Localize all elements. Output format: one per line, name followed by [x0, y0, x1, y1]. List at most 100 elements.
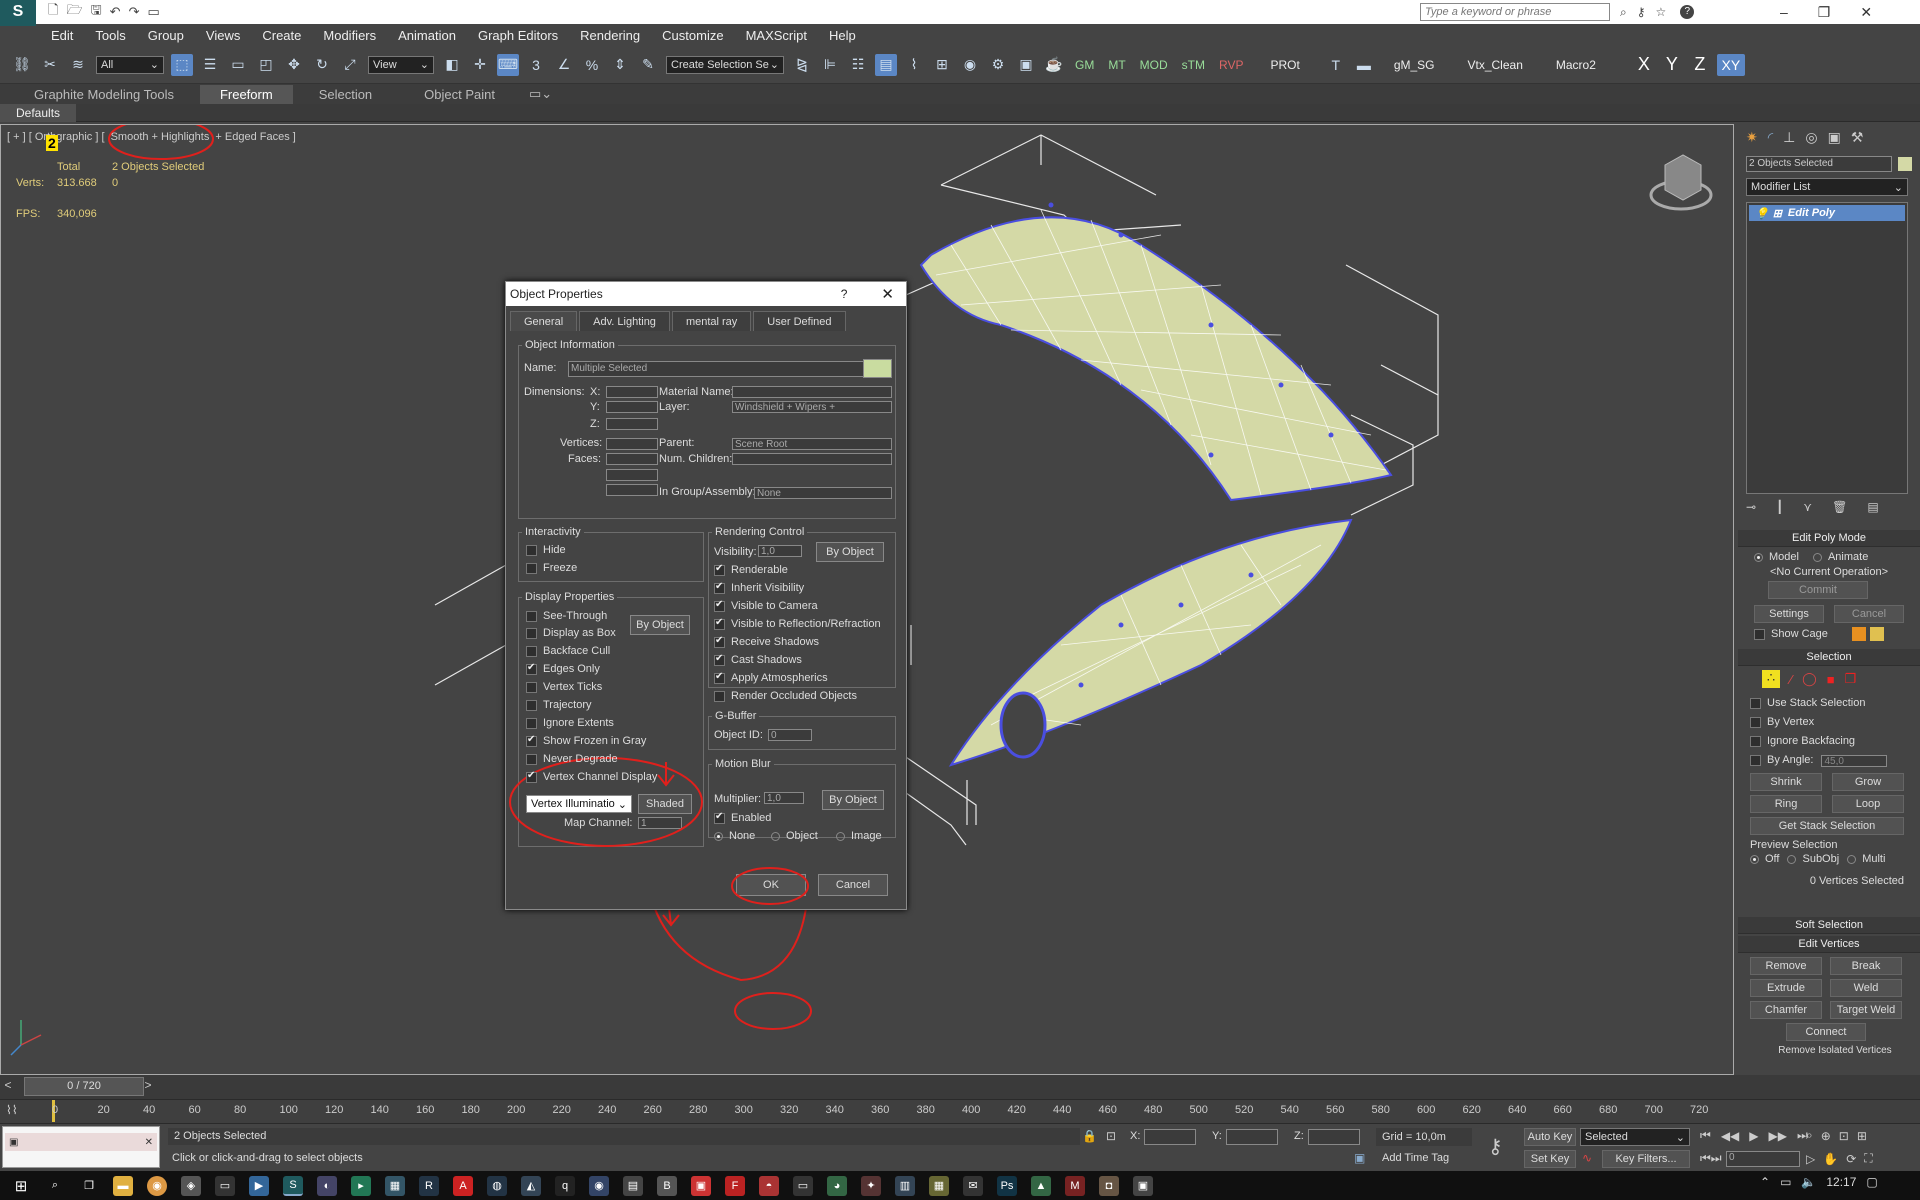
volume-icon[interactable]: 🔈	[1801, 1175, 1816, 1189]
time-slider-thumb[interactable]: 0 / 720	[24, 1077, 144, 1096]
loop-button[interactable]: Loop	[1832, 795, 1904, 813]
app-icon-2[interactable]: ▭	[215, 1175, 235, 1196]
target-weld-button[interactable]: Target Weld	[1830, 1001, 1902, 1019]
script-button-mod[interactable]: MOD	[1140, 58, 1168, 72]
pan-icon[interactable]: ✋	[1823, 1152, 1838, 1166]
search-input[interactable]: Type a keyword or phrase	[1420, 3, 1610, 21]
extrude-button[interactable]: Extrude	[1750, 979, 1822, 997]
axis-x-button[interactable]: X	[1633, 54, 1655, 76]
ribbon-options-icon[interactable]: ▭⌄	[521, 86, 560, 102]
redo-icon[interactable]: ↷	[129, 4, 140, 20]
menu-maxscript[interactable]: MAXScript	[735, 28, 818, 43]
menu-graph-editors[interactable]: Graph Editors	[467, 28, 569, 43]
tab-user-defined[interactable]: User Defined	[753, 311, 846, 331]
motion-blur-none-radio[interactable]: None	[714, 830, 755, 842]
mirror-icon[interactable]: ⧎	[791, 54, 813, 76]
binoculars-icon[interactable]: ⌕	[1620, 5, 1627, 20]
script-button-mt[interactable]: MT	[1108, 58, 1125, 72]
mail-icon[interactable]: ✉	[963, 1175, 983, 1196]
use-stack-selection-checkbox[interactable]: Use Stack Selection	[1750, 694, 1920, 713]
app-icon-21[interactable]: M	[1065, 1175, 1085, 1196]
app-icon-23[interactable]: ▣	[1133, 1175, 1153, 1196]
trajectory-checkbox[interactable]: Trajectory	[526, 699, 592, 711]
edge-mode-icon[interactable]: ⁄	[1790, 672, 1792, 687]
ok-button[interactable]: OK	[736, 874, 806, 896]
tab-adv-lighting[interactable]: Adv. Lighting	[579, 311, 670, 331]
app-icon-4[interactable]: ◐	[317, 1175, 337, 1196]
tray-chevron-icon[interactable]: ⌃	[1760, 1175, 1770, 1189]
lock-selection-icon[interactable]: 🔒	[1082, 1129, 1097, 1143]
element-mode-icon[interactable]: ❒	[1845, 671, 1857, 687]
script-button-prot[interactable]: PROt	[1270, 58, 1299, 72]
configure-modifier-sets-icon[interactable]: ▤	[1867, 500, 1878, 514]
commit-button[interactable]: Commit	[1768, 581, 1868, 599]
vertex-channel-dropdown[interactable]: Vertex Illuminatio ⌄	[526, 795, 632, 813]
cast-shadows-checkbox[interactable]: Cast Shadows	[714, 653, 802, 666]
previous-frame-icon[interactable]: <	[0, 1078, 16, 1096]
remove-modifier-icon[interactable]: 🗑	[1832, 500, 1847, 514]
stack-item-edit-poly[interactable]: 💡 ⊞ Edit Poly	[1749, 205, 1905, 221]
time-slider[interactable]: < 0 / 720 >	[0, 1075, 1920, 1099]
grow-button[interactable]: Grow	[1832, 773, 1904, 791]
angle-field[interactable]: 45,0	[1821, 754, 1888, 767]
reference-coordinate-dropdown[interactable]: View ⌄	[368, 55, 434, 74]
object-id-field[interactable]: 0	[768, 729, 812, 741]
x-coord-field[interactable]	[1144, 1129, 1196, 1145]
create-tab-icon[interactable]: ✷	[1746, 129, 1758, 146]
display-as-box-checkbox[interactable]: Display as Box	[526, 627, 616, 639]
preview-multi-radio[interactable]: Multi	[1847, 853, 1885, 865]
tab-freeform[interactable]: Freeform	[199, 84, 293, 104]
app-icon-22[interactable]: ◘	[1099, 1175, 1119, 1196]
next-frame-icon[interactable]: >	[140, 1078, 156, 1096]
current-frame-field[interactable]: 0	[1726, 1151, 1800, 1167]
material-editor-icon[interactable]: ◉	[959, 54, 981, 76]
rendering-by-object-button[interactable]: By Object	[816, 542, 884, 562]
app-icon-16[interactable]: ◕	[827, 1175, 847, 1196]
help-icon[interactable]: ?	[1680, 5, 1695, 19]
break-button[interactable]: Break	[1830, 957, 1902, 975]
set-key-button[interactable]: Set Key	[1524, 1150, 1576, 1168]
by-vertex-checkbox[interactable]: By Vertex	[1750, 713, 1920, 732]
key-filters-button[interactable]: Key Filters...	[1602, 1150, 1690, 1168]
track-bar[interactable]: ⌇⌇ 0 20 40 60 80 100 120 140 160 180 200 220 240 260 2…	[0, 1099, 1920, 1123]
maximize-viewport-icon[interactable]: ⛶	[1864, 1151, 1872, 1166]
minimize-icon[interactable]: –	[1780, 4, 1788, 20]
acrobat-icon[interactable]: A	[453, 1175, 473, 1196]
model-radio[interactable]: Model	[1754, 551, 1799, 563]
listener-close-icon[interactable]: ✕	[145, 1137, 157, 1148]
app-icon-17[interactable]: ✦	[861, 1175, 881, 1196]
motion-tab-icon[interactable]: ◎	[1805, 129, 1817, 146]
visible-to-camera-checkbox[interactable]: Visible to Camera	[714, 599, 818, 612]
app-icon-20[interactable]: ▲	[1031, 1175, 1051, 1196]
layer-manager-icon[interactable]: ☷	[847, 54, 869, 76]
settings-button[interactable]: Settings	[1754, 605, 1824, 623]
selection-color-swatch[interactable]	[1898, 157, 1912, 171]
undo-icon[interactable]: ↶	[110, 4, 121, 20]
never-degrade-checkbox[interactable]: Never Degrade	[526, 753, 618, 765]
app-logo-icon[interactable]: S	[0, 0, 36, 26]
cage-selected-color-swatch[interactable]	[1869, 627, 1884, 641]
backface-cull-checkbox[interactable]: Backface Cull	[526, 645, 610, 657]
motion-blur-image-radio[interactable]: Image	[836, 830, 882, 842]
task-view-icon[interactable]: ❐	[79, 1176, 99, 1196]
filezilla-icon[interactable]: F	[725, 1175, 745, 1196]
rendered-frame-icon[interactable]: ▣	[1015, 54, 1037, 76]
spinner-snap-icon[interactable]: ⇕	[609, 54, 631, 76]
defaults-label[interactable]: Defaults	[0, 103, 77, 122]
close-icon[interactable]: ✕	[1860, 4, 1872, 21]
notifications-icon[interactable]: ▢	[1866, 1175, 1877, 1189]
cancel-button[interactable]: Cancel	[818, 874, 888, 896]
schematic-view-icon[interactable]: ⊞	[931, 54, 953, 76]
add-time-tag-button[interactable]: Add Time Tag	[1382, 1152, 1449, 1164]
y-coord-field[interactable]	[1226, 1129, 1278, 1145]
remove-isolated-vertices-button[interactable]: Remove Isolated Vertices	[1750, 1045, 1920, 1053]
app-icon-8[interactable]: ◭	[521, 1175, 541, 1196]
selection-name-field[interactable]: 2 Objects Selected	[1746, 156, 1892, 172]
app-icon-18[interactable]: ▥	[895, 1175, 915, 1196]
keyboard-shortcut-override-icon[interactable]: ⌨	[497, 53, 519, 76]
edit-named-selection-icon[interactable]: ✎	[637, 54, 659, 76]
z-coord-field[interactable]	[1308, 1129, 1360, 1145]
preview-off-radio[interactable]: Off	[1750, 853, 1779, 865]
render-occluded-objects-checkbox[interactable]: Render Occluded Objects	[714, 690, 857, 702]
remove-button[interactable]: Remove	[1750, 957, 1822, 975]
